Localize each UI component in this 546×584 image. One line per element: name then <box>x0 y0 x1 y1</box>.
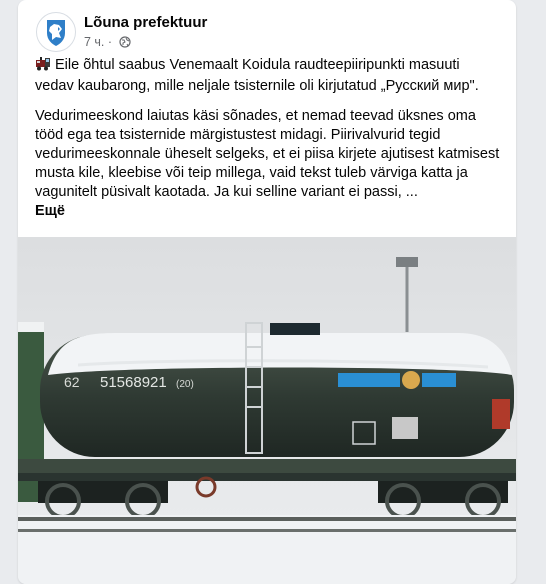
post-time[interactable]: 7 ч. <box>84 35 104 49</box>
paragraph-1: Eile õhtul saabus Venemaalt Koidula raud… <box>35 56 501 96</box>
paragraph-2-text: Vedurimeeskond laiutas käsi sõnades, et … <box>35 108 500 200</box>
page-name[interactable]: Lõuna prefektuur <box>84 14 207 31</box>
post-header: Lõuna prefektuur 7 ч. · <box>36 12 496 54</box>
page-avatar[interactable] <box>36 12 76 52</box>
tank-number: 51568921 <box>100 374 167 391</box>
meta-separator: · <box>107 35 113 49</box>
train-icon <box>35 57 51 77</box>
globe-icon <box>118 36 131 51</box>
page-background <box>0 0 18 584</box>
tank-left-number: 62 <box>64 374 80 390</box>
logo-icon <box>47 20 65 46</box>
tank-wagon-photo: 62 51568921 (20) <box>18 237 516 584</box>
see-more-link[interactable]: Ещё <box>35 203 65 219</box>
paragraph-1-text: Eile õhtul saabus Venemaalt Koidula raud… <box>35 57 479 94</box>
tank-code: (20) <box>176 379 194 390</box>
post-text: Eile õhtul saabus Venemaalt Koidula raud… <box>35 56 501 232</box>
paragraph-2: Vedurimeeskond laiutas käsi sõnades, et … <box>35 107 501 221</box>
post-photo[interactable]: 62 51568921 (20) <box>18 237 516 584</box>
post-card: Lõuna prefektuur 7 ч. · Eile õhtul saabu… <box>18 0 516 584</box>
post-meta: 7 ч. · <box>84 35 131 51</box>
